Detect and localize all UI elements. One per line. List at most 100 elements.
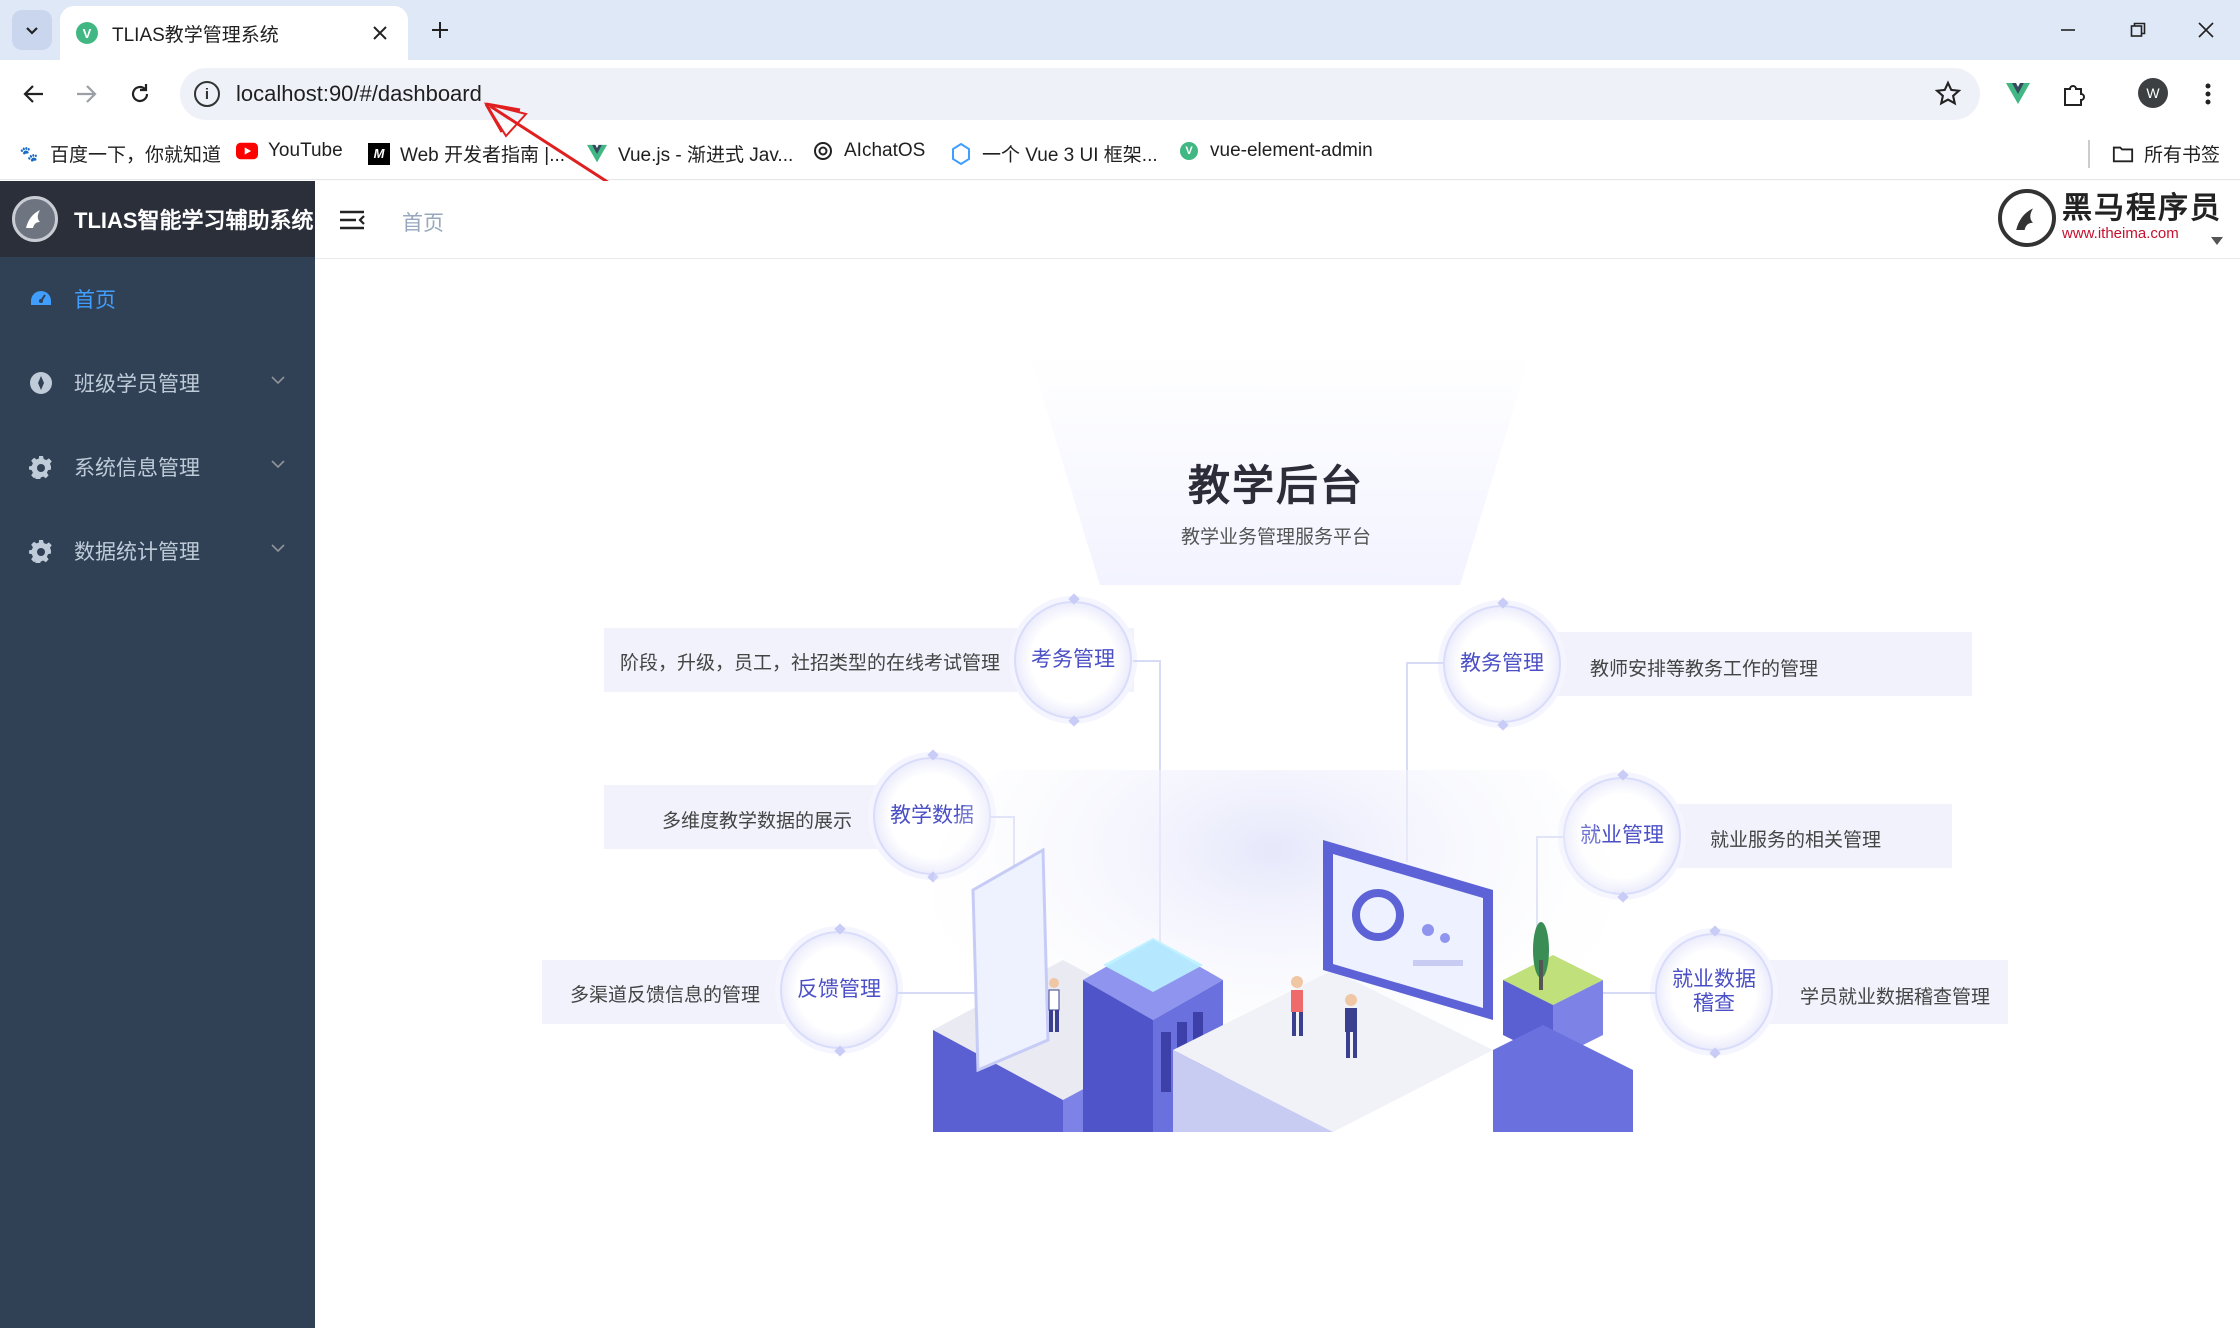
url-text: localhost:90/#/dashboard — [236, 81, 482, 106]
brand-name: 黑马程序员 — [2062, 192, 2222, 225]
sidebar-logo[interactable]: TLIAS智能学习辅助系统 — [0, 181, 315, 257]
element-plus-icon — [950, 142, 972, 165]
bookmark-star-button[interactable] — [1934, 80, 1962, 113]
module-employment-audit[interactable]: 就业数据 稽查 — [1655, 933, 1773, 1051]
dashboard-icon — [28, 286, 54, 312]
profile-avatar[interactable]: W — [2138, 78, 2168, 108]
vue-devtools-extension[interactable] — [2000, 76, 2036, 112]
module-name-line2: 稽查 — [1693, 992, 1735, 1015]
reload-button[interactable] — [122, 76, 158, 112]
sidebar-item-data-statistics[interactable]: 数据统计管理 — [0, 509, 315, 593]
module-desc: 学员就业数据稽查管理 — [1800, 987, 1991, 1008]
system-title: TLIAS智能学习辅助系统 — [74, 208, 314, 233]
sidebar-toggle-icon[interactable] — [337, 205, 367, 235]
sidebar: TLIAS智能学习辅助系统 首页 班级学员管理 系统信息管理 数据统计管理 — [0, 181, 315, 1328]
sidebar-item-system-info[interactable]: 系统信息管理 — [0, 425, 315, 509]
youtube-icon — [236, 140, 258, 162]
app-header: 首页 黑马程序员 www.itheima.com — [315, 181, 2240, 259]
module-feedback-management[interactable]: 反馈管理 — [780, 931, 898, 1049]
browser-menu-button[interactable] — [2190, 76, 2226, 112]
all-bookmarks-button[interactable]: 所有书签 — [2112, 140, 2220, 167]
bookmark-label: YouTube — [268, 140, 343, 161]
close-icon — [373, 26, 387, 40]
bookmark-element-plus[interactable]: 一个 Vue 3 UI 框架... — [950, 140, 1158, 167]
compass-icon — [28, 370, 54, 396]
sidebar-item-label: 数据统计管理 — [74, 541, 200, 564]
caret-down-icon[interactable] — [2210, 236, 2224, 246]
baidu-icon: 🐾 — [19, 145, 39, 163]
mdn-icon: M — [368, 142, 390, 165]
bookmark-label: AIchatOS — [844, 140, 926, 161]
browser-tab[interactable]: V TLIAS教学管理系统 — [60, 6, 408, 60]
vue-icon: V — [1178, 140, 1200, 162]
bookmark-youtube[interactable]: YouTube — [236, 140, 343, 162]
bookmarks-bar: 🐾 百度一下，你就知道 YouTube M Web 开发者指南 |... Vue… — [0, 128, 2240, 180]
extensions-button[interactable] — [2056, 76, 2092, 112]
module-desc: 就业服务的相关管理 — [1710, 830, 1882, 851]
tab-title: TLIAS教学管理系统 — [112, 24, 279, 46]
breadcrumb: 首页 — [402, 212, 444, 235]
new-tab-button[interactable] — [424, 14, 456, 46]
kebab-menu-icon — [2205, 83, 2211, 105]
module-academic-affairs[interactable]: 教务管理 — [1443, 605, 1561, 723]
tab-search-button[interactable] — [12, 10, 52, 50]
connector-line — [1133, 660, 1161, 662]
chevron-down-icon — [271, 460, 285, 469]
reload-icon — [131, 84, 149, 103]
bookmark-label: 百度一下，你就知道 — [50, 145, 222, 166]
bookmark-baidu[interactable]: 🐾 百度一下，你就知道 — [18, 140, 221, 167]
close-tab-button[interactable] — [368, 21, 392, 45]
site-info-icon[interactable]: i — [194, 81, 220, 107]
browser-toolbar: i localhost:90/#/dashboard — [0, 60, 2240, 128]
sidebar-item-label: 首页 — [74, 289, 116, 312]
minimize-button[interactable] — [2046, 12, 2090, 48]
address-bar[interactable]: i localhost:90/#/dashboard — [180, 68, 1980, 120]
dashboard-title: 教学后台 — [1187, 462, 1364, 509]
restore-icon — [2130, 22, 2146, 37]
sidebar-item-label: 班级学员管理 — [74, 373, 200, 396]
module-name: 考务管理 — [1031, 648, 1115, 671]
module-desc: 多维度教学数据的展示 — [662, 811, 853, 832]
bookmark-label: vue-element-admin — [1210, 140, 1373, 161]
minimize-icon — [2061, 29, 2075, 31]
horse-logo-icon — [1998, 189, 2056, 247]
sidebar-item-label: 系统信息管理 — [74, 457, 200, 480]
module-exam-management[interactable]: 考务管理 — [1014, 601, 1132, 719]
vue-favicon-icon: V — [76, 22, 98, 44]
bookmarks-divider — [2088, 140, 2090, 168]
puzzle-icon — [2064, 85, 2085, 106]
chevron-down-icon — [26, 27, 38, 35]
chevron-down-icon — [271, 376, 285, 385]
arrow-right-icon — [77, 85, 97, 103]
restore-button[interactable] — [2116, 12, 2160, 48]
chevron-down-icon — [271, 544, 285, 553]
connector-line — [1408, 662, 1444, 664]
vue-icon — [2006, 83, 2030, 104]
plus-icon — [432, 22, 448, 38]
sidebar-item-home[interactable]: 首页 — [0, 257, 315, 341]
sidebar-item-class-students[interactable]: 班级学员管理 — [0, 341, 315, 425]
browser-window: V TLIAS教学管理系统 i localhost:90/#/dashboard… — [0, 0, 2240, 1328]
module-name: 教务管理 — [1460, 652, 1544, 675]
bookmark-vue-element-admin[interactable]: V vue-element-admin — [1178, 140, 1373, 162]
bookmark-aichatos[interactable]: AIchatOS — [812, 140, 925, 162]
close-window-button[interactable] — [2184, 12, 2228, 48]
dashboard-subtitle: 教学业务管理服务平台 — [1180, 527, 1371, 548]
module-desc: 教师安排等教务工作的管理 — [1590, 659, 1819, 680]
bookmark-label: 所有书签 — [2144, 145, 2221, 166]
brand-logo[interactable]: 黑马程序员 www.itheima.com — [1998, 189, 2222, 247]
module-desc: 阶段，升级，员工，社招类型的在线考试管理 — [620, 653, 1001, 674]
star-icon — [1934, 80, 1962, 106]
arrow-left-icon — [23, 85, 43, 103]
module-name: 就业数据 — [1672, 968, 1756, 991]
bookmark-label: Vue.js - 渐进式 Jav... — [618, 145, 794, 166]
gear-icon — [28, 454, 54, 480]
back-button[interactable] — [16, 76, 52, 112]
campus-illustration — [933, 770, 1633, 1132]
tab-strip: V TLIAS教学管理系统 — [0, 0, 2240, 60]
module-desc: 多渠道反馈信息的管理 — [570, 985, 761, 1006]
openai-icon — [812, 140, 834, 162]
module-name: 反馈管理 — [797, 978, 881, 1001]
forward-button[interactable] — [68, 76, 104, 112]
gear-icon — [28, 538, 54, 564]
